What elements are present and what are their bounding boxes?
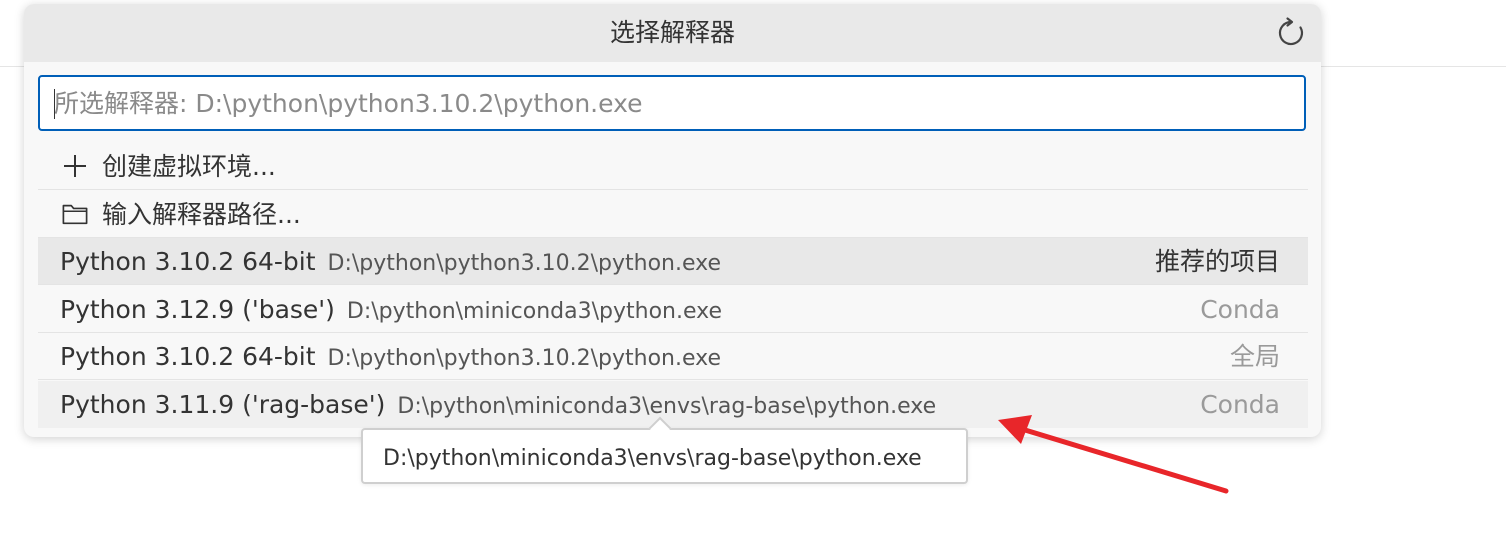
interpreter-search-field[interactable] bbox=[38, 75, 1306, 131]
interpreter-name-wrap: Python 3.11.9 ('rag-base') D:\python\mini… bbox=[60, 381, 936, 428]
annotation-arrow bbox=[998, 415, 1229, 494]
interpreter-tag: 全局 bbox=[1229, 342, 1280, 371]
interpreter-item-recommended[interactable]: Python 3.10.2 64-bit D:\python\python3.10… bbox=[38, 238, 1308, 285]
interpreter-name-wrap: Python 3.12.9 ('base') D:\python\minicond… bbox=[60, 286, 722, 333]
enter-interpreter-path-item[interactable]: 输入解释器路径... bbox=[38, 191, 1308, 238]
refresh-icon[interactable] bbox=[1274, 16, 1308, 50]
interpreter-quick-pick: 选择解释器 创建虚拟环境... 输入解释器路径... Python 3.10.2… bbox=[24, 4, 1321, 437]
interpreter-name: Python 3.10.2 64-bit bbox=[60, 247, 316, 276]
create-venv-label: 创建虚拟环境... bbox=[102, 152, 276, 181]
quick-pick-title: 选择解释器 bbox=[609, 18, 735, 47]
plus-icon bbox=[64, 155, 86, 177]
folder-icon bbox=[62, 204, 88, 225]
interpreter-tag: Conda bbox=[1200, 295, 1280, 324]
tooltip-text: D:\python\miniconda3\envs\rag-base\pytho… bbox=[383, 446, 922, 471]
interpreter-name: Python 3.11.9 ('rag-base') bbox=[60, 390, 386, 419]
interpreter-path: D:\python\miniconda3\envs\rag-base\pytho… bbox=[397, 394, 937, 419]
quick-pick-title-bar: 选择解释器 bbox=[24, 4, 1321, 62]
text-caret bbox=[54, 89, 55, 119]
interpreter-path: D:\python\python3.10.2\python.exe bbox=[327, 346, 721, 371]
interpreter-name-wrap: Python 3.10.2 64-bit D:\python\python3.10… bbox=[60, 333, 721, 380]
annotation-arrow-shaft bbox=[1009, 423, 1229, 494]
interpreter-search-input[interactable] bbox=[40, 77, 1304, 129]
enter-interpreter-path-label: 输入解释器路径... bbox=[102, 200, 301, 229]
interpreter-item-global[interactable]: Python 3.10.2 64-bit D:\python\python3.10… bbox=[38, 333, 1308, 380]
interpreter-name: Python 3.10.2 64-bit bbox=[60, 342, 316, 371]
interpreter-name-wrap: Python 3.10.2 64-bit D:\python\python3.10… bbox=[60, 238, 721, 285]
interpreter-item-base[interactable]: Python 3.12.9 ('base') D:\python\minicond… bbox=[38, 286, 1308, 333]
path-tooltip: D:\python\miniconda3\envs\rag-base\pytho… bbox=[361, 428, 968, 484]
create-venv-item[interactable]: 创建虚拟环境... bbox=[38, 143, 1308, 190]
interpreter-path: D:\python\miniconda3\python.exe bbox=[346, 299, 722, 324]
interpreter-path: D:\python\python3.10.2\python.exe bbox=[327, 251, 721, 276]
interpreter-tag: 推荐的项目 bbox=[1154, 247, 1280, 276]
interpreter-name: Python 3.12.9 ('base') bbox=[60, 295, 335, 324]
